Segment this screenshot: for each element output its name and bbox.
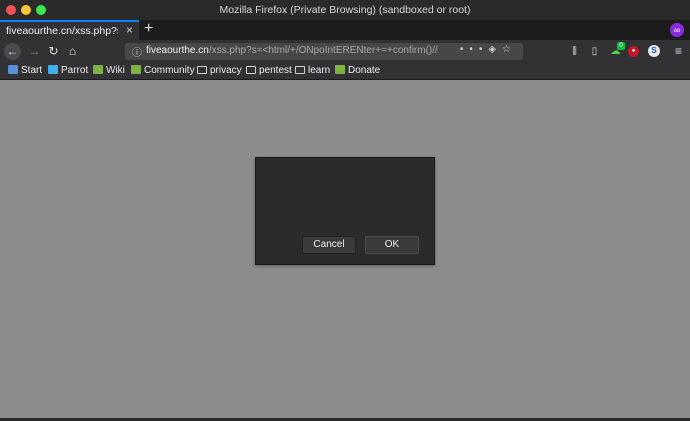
folder-icon	[197, 66, 207, 74]
bookmark-parrot[interactable]: Parrot	[48, 65, 88, 76]
url-bar[interactable]: ⓘ fiveaourthe.cn/xss.php?s=<html/+/ONpoI…	[125, 43, 523, 60]
navigation-toolbar: ← → ↻ ⌂ ⓘ fiveaourthe.cn/xss.php?s=<html…	[0, 40, 690, 63]
page-actions-icon[interactable]: •••	[460, 44, 489, 55]
folder-icon	[295, 66, 305, 74]
url-text[interactable]: fiveaourthe.cn/xss.php?s=<html/+/ONpoInt…	[146, 45, 466, 56]
cancel-button[interactable]: Cancel	[302, 236, 356, 254]
new-tab-button[interactable]: +	[144, 20, 153, 38]
s-extension-icon[interactable]: S	[648, 45, 660, 57]
start-icon	[8, 65, 18, 74]
tab-strip: fiveaourthe.cn/xss.php?s=% × + ∞	[0, 20, 690, 40]
bookmark-donate[interactable]: Donate	[335, 65, 380, 76]
library-icon[interactable]: ⫼	[568, 45, 581, 58]
info-icon[interactable]: ⓘ	[132, 44, 142, 59]
leaf-icon	[93, 65, 103, 74]
bookmark-star-icon[interactable]: ☆	[502, 44, 517, 55]
back-button[interactable]: ←	[4, 43, 21, 60]
window-titlebar: Mozilla Firefox (Private Browsing) (sand…	[0, 0, 690, 20]
sidebar-icon[interactable]: ▯	[588, 45, 601, 58]
ok-button[interactable]: OK	[365, 236, 419, 254]
url-host: fiveaourthe.cn	[146, 45, 209, 56]
bookmarks-bar: Start Parrot Wiki Community privacy pent…	[0, 63, 690, 80]
bookmark-pentest[interactable]: pentest	[246, 65, 292, 76]
private-browsing-icon: ∞	[670, 23, 684, 37]
pocket-icon[interactable]: ◈	[488, 44, 502, 55]
extension-badge: 0	[617, 42, 625, 50]
bookmark-privacy[interactable]: privacy	[197, 65, 242, 76]
tab-close-icon[interactable]: ×	[126, 23, 133, 37]
leaf-icon	[335, 65, 345, 74]
hamburger-menu-icon[interactable]: ≡	[672, 45, 685, 58]
bookmark-wiki[interactable]: Wiki	[93, 65, 125, 76]
page-actions-area: •••◈☆	[460, 44, 517, 55]
home-button[interactable]: ⌂	[64, 43, 81, 60]
reload-button[interactable]: ↻	[45, 43, 62, 60]
tab-title: fiveaourthe.cn/xss.php?s=%	[6, 25, 118, 37]
ublock-icon[interactable]: ●	[628, 46, 639, 57]
forward-button[interactable]: →	[26, 43, 43, 60]
tab-active[interactable]: fiveaourthe.cn/xss.php?s=% ×	[0, 20, 139, 40]
leaf-icon	[131, 65, 141, 74]
window-title: Mozilla Firefox (Private Browsing) (sand…	[219, 4, 471, 16]
bookmark-start[interactable]: Start	[8, 65, 42, 76]
url-path: /xss.php?s=<html/+/ONpoIntERENter+=+conf…	[208, 45, 438, 56]
folder-icon	[246, 66, 256, 74]
confirm-dialog: Cancel OK	[255, 157, 435, 265]
dialog-message	[266, 168, 426, 228]
bookmark-learn[interactable]: learn	[295, 65, 330, 76]
parrot-icon	[48, 65, 58, 74]
bookmark-community[interactable]: Community	[131, 65, 195, 76]
